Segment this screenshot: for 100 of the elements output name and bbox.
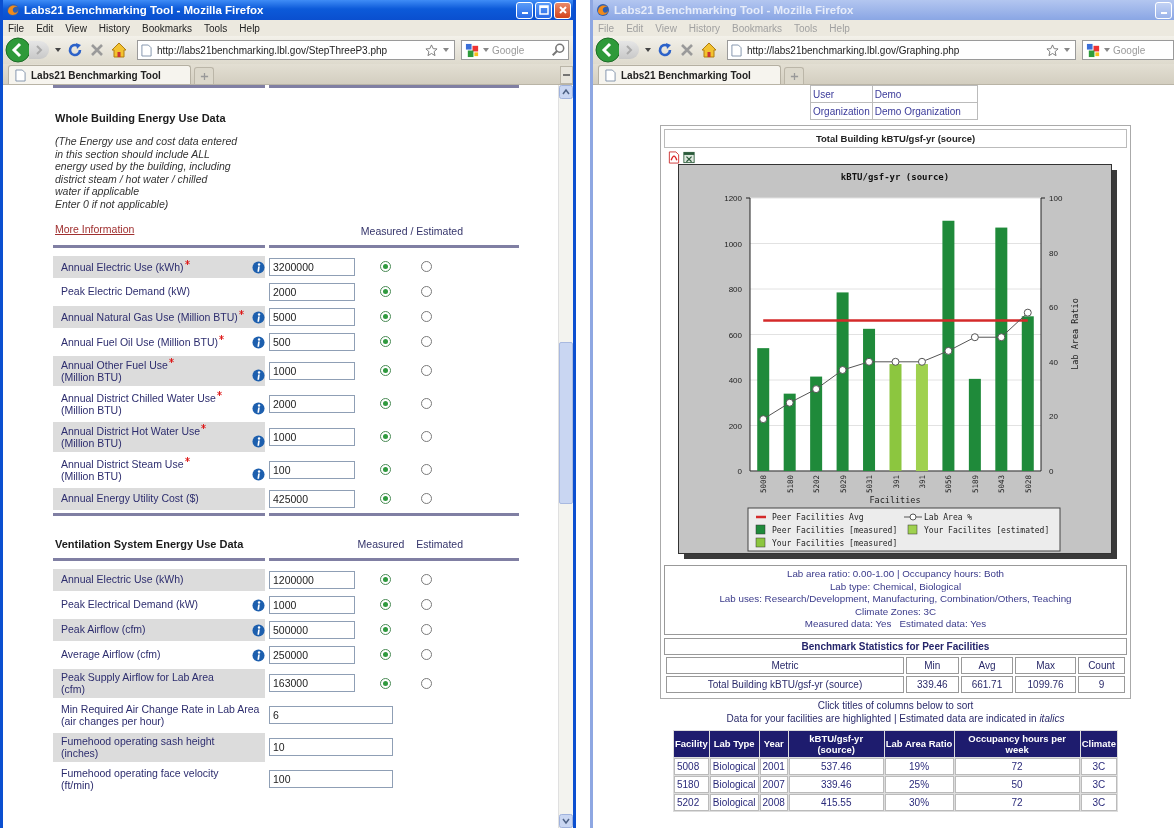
estimated-radio[interactable] [421,311,432,323]
info-icon[interactable] [252,623,265,637]
estimated-radio[interactable] [421,464,432,476]
number-field[interactable]: 100 [269,770,393,789]
measured-radio[interactable] [380,677,391,689]
measured-radio[interactable] [380,365,391,377]
reload-icon[interactable] [67,42,83,58]
menu-item[interactable]: Tools [204,22,228,34]
measured-radio[interactable] [380,261,391,273]
maximize-button[interactable] [535,1,552,19]
column-header[interactable]: Lab Area Ratio [884,730,954,757]
number-field[interactable]: 250000 [269,645,355,664]
stop-icon[interactable] [679,42,695,58]
search-input[interactable]: Google [1113,44,1170,56]
estimated-radio[interactable] [421,336,432,348]
back-button[interactable] [595,37,621,63]
info-icon[interactable] [252,434,265,448]
caret-icon[interactable] [1104,48,1110,52]
column-header[interactable]: kBTU/gsf-yr (source) [788,730,884,757]
number-field[interactable]: 1200000 [269,570,355,589]
scroll-down-icon[interactable] [559,814,573,828]
info-icon[interactable] [252,310,265,324]
search-engine-icon[interactable] [1086,42,1101,58]
scrollbar[interactable] [558,85,573,828]
caret-icon[interactable] [443,48,449,52]
home-icon[interactable] [701,42,717,58]
estimated-radio[interactable] [421,677,432,689]
measured-radio[interactable] [380,599,391,611]
menu-item[interactable]: Edit [36,22,54,34]
info-icon[interactable] [252,598,265,612]
number-field[interactable]: 1000 [269,595,355,614]
menu-item[interactable]: File [8,22,25,34]
measured-radio[interactable] [380,336,391,348]
reload-icon[interactable] [657,42,673,58]
info-icon[interactable] [252,335,265,349]
home-icon[interactable] [111,42,127,58]
caret-icon[interactable] [1064,48,1070,52]
search-field[interactable]: Google [461,40,569,60]
measured-radio[interactable] [380,624,391,636]
number-field[interactable]: 500 [269,332,355,351]
number-field[interactable]: 2000 [269,394,355,413]
caret-icon[interactable] [645,48,651,52]
back-button[interactable] [5,37,31,63]
number-field[interactable]: 1000 [269,427,355,446]
number-field[interactable]: 1000 [269,361,355,380]
caret-icon[interactable] [55,48,61,52]
estimated-radio[interactable] [421,261,432,273]
more-information-link[interactable]: More Information [53,222,135,235]
new-tab-button[interactable] [194,67,214,84]
close-button[interactable] [554,1,571,19]
new-tab-button[interactable] [784,67,804,84]
column-header[interactable]: Facility [674,730,709,757]
menu-item[interactable]: Bookmarks [142,22,192,34]
measured-radio[interactable] [380,286,391,298]
estimated-radio[interactable] [421,574,432,586]
address-field[interactable]: http://labs21benchmarking.lbl.gov/Graphing.php [727,40,1076,60]
measured-radio[interactable] [380,493,391,505]
number-field[interactable]: 425000 [269,489,355,508]
estimated-radio[interactable] [421,365,432,377]
info-icon[interactable] [252,260,265,274]
estimated-radio[interactable] [421,649,432,661]
menu-item[interactable]: View [65,22,87,34]
measured-radio[interactable] [380,574,391,586]
estimated-radio[interactable] [421,493,432,505]
tab-list-button[interactable] [560,66,573,84]
measured-radio[interactable] [380,649,391,661]
number-field[interactable]: 6 [269,706,393,725]
estimated-radio[interactable] [421,624,432,636]
search-field[interactable]: Google [1082,40,1174,60]
caret-icon[interactable] [483,48,489,52]
scroll-up-icon[interactable] [559,85,573,99]
number-field[interactable]: 163000 [269,674,355,693]
number-field[interactable]: 500000 [269,620,355,639]
search-input[interactable]: Google [492,44,548,56]
measured-radio[interactable] [380,398,391,410]
number-field[interactable]: 10 [269,738,393,757]
scrollbar-thumb[interactable] [559,342,573,504]
browser-tab[interactable]: Labs21 Benchmarking Tool [8,65,191,84]
column-header[interactable]: Occupancy hours per week [954,730,1080,757]
estimated-radio[interactable] [421,431,432,443]
column-header[interactable]: Climate [1080,730,1117,757]
pdf-icon[interactable] [668,151,680,164]
menu-item[interactable]: Help [239,22,260,34]
spreadsheet-icon[interactable] [683,151,695,164]
number-field[interactable]: 3200000 [269,257,355,276]
column-header[interactable]: Lab Type [709,730,759,757]
number-field[interactable]: 2000 [269,282,355,301]
column-header[interactable]: Year [759,730,788,757]
stop-icon[interactable] [89,42,105,58]
estimated-radio[interactable] [421,398,432,410]
search-engine-icon[interactable] [465,42,480,58]
star-icon[interactable] [1046,43,1059,57]
measured-radio[interactable] [380,311,391,323]
info-icon[interactable] [252,648,265,662]
info-icon[interactable] [252,467,265,481]
measured-radio[interactable] [380,464,391,476]
estimated-radio[interactable] [421,599,432,611]
number-field[interactable]: 5000 [269,307,355,326]
measured-radio[interactable] [380,431,391,443]
minimize-button[interactable] [516,1,533,19]
